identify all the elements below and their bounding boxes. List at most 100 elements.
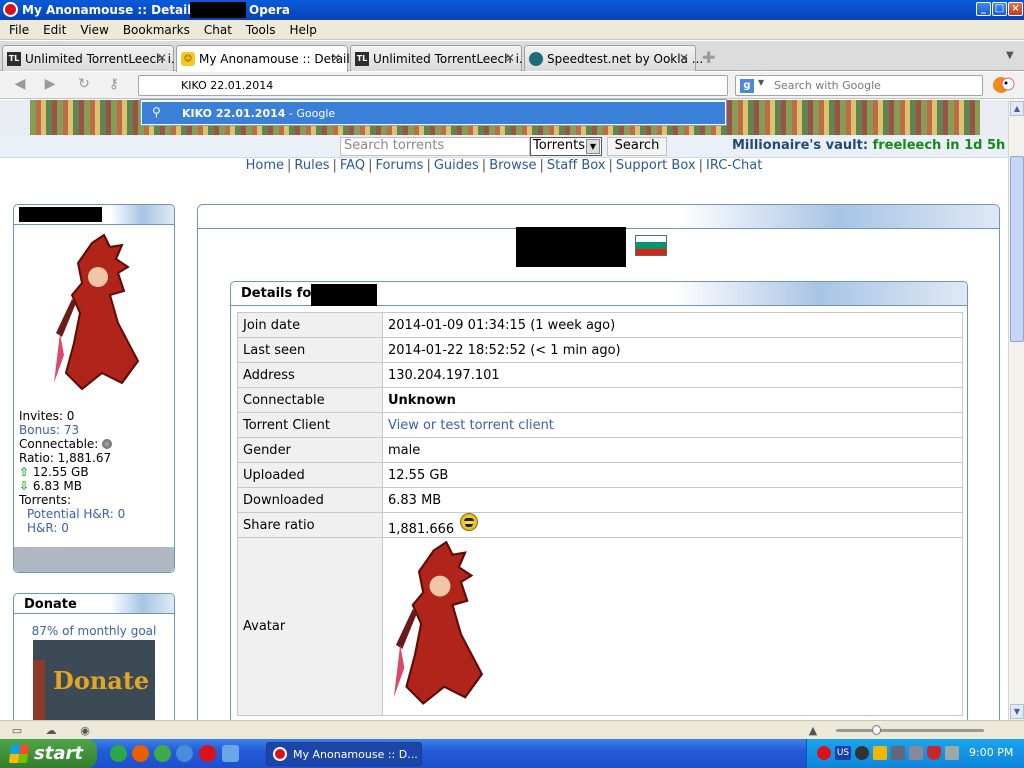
row-label: Join date (237, 312, 383, 338)
nav-guides[interactable]: Guides (434, 158, 479, 173)
chrome-icon[interactable] (176, 745, 193, 762)
row-label: Gender (237, 437, 383, 463)
taskbar-opera-window[interactable]: My Anonamouse :: D... (266, 742, 422, 766)
table-row: Gender male (237, 437, 963, 463)
nav-support-box[interactable]: Support Box (616, 158, 696, 173)
zoom-slider-thumb[interactable] (872, 725, 881, 735)
potential-hnr-link[interactable]: Potential H&R: 0 (19, 507, 125, 521)
close-tab-icon[interactable]: ✕ (157, 51, 167, 65)
box-header (14, 205, 174, 225)
skype-icon[interactable] (110, 745, 127, 762)
page-scrollbar[interactable]: ▲ ▼ (1008, 100, 1024, 720)
vault-status[interactable]: freeleech in 1d 5h 7m (873, 138, 1008, 153)
redacted-username (311, 284, 377, 306)
utorrent-icon[interactable] (154, 745, 171, 762)
nav-browse[interactable]: Browse (489, 158, 536, 173)
minimize-button[interactable]: _ (976, 2, 991, 16)
address-field[interactable]: KIKO 22.01.2014 (138, 75, 728, 96)
close-tab-icon[interactable]: ✕ (679, 51, 689, 65)
donate-box: Donate 87% of monthly goal Donate (13, 593, 175, 720)
zoom-up-arrow-icon[interactable]: ▲ (806, 724, 820, 737)
avatar[interactable] (52, 233, 144, 399)
menu-edit[interactable]: Edit (36, 20, 73, 37)
opera-unite-icon[interactable] (991, 74, 1017, 96)
tab-menu-chevron-icon[interactable]: ▼ (1006, 50, 1014, 61)
scroll-up-arrow-icon[interactable]: ▲ (1010, 101, 1024, 116)
torrent-client-link[interactable]: View or test torrent client (388, 418, 554, 433)
menu-bookmarks[interactable]: Bookmarks (116, 20, 197, 37)
table-row: Avatar (237, 537, 963, 716)
tab-anonamouse[interactable]: ☺ My Anonamouse :: Detail... ✕ (176, 45, 361, 72)
forward-arrow-icon[interactable]: ▶ (40, 76, 60, 94)
nav-staff-box[interactable]: Staff Box (547, 158, 606, 173)
tab-speedtest[interactable]: Speedtest.net by Ookla ... ✕ (524, 45, 703, 71)
package-tray-icon[interactable] (873, 746, 887, 760)
app-icon[interactable] (222, 745, 239, 762)
anonamouse-icon: ☺ (181, 52, 195, 66)
menu-view[interactable]: View (73, 20, 115, 37)
download-arrow-icon: ⇩ (19, 479, 30, 493)
shield-tray-icon[interactable] (927, 746, 941, 760)
scrollbar-thumb[interactable] (1010, 156, 1024, 342)
tab-torrentleech-2[interactable]: TL Unlimited TorrentLeech i... ✕ (350, 45, 530, 71)
bonus-link[interactable]: Bonus: 73 (19, 423, 125, 437)
panel-toggle-icon[interactable]: ▭ (10, 724, 24, 737)
category-select[interactable]: Torrents ▼ (530, 137, 602, 156)
opera-tray-icon[interactable] (817, 746, 831, 760)
donate-banner-image[interactable]: Donate (33, 640, 155, 720)
back-arrow-icon[interactable]: ◀ (10, 76, 30, 94)
new-tab-icon[interactable]: ✚ (702, 48, 715, 67)
donation-goal-link[interactable]: 87% of monthly goal (14, 624, 174, 638)
search-torrents-input[interactable]: Search torrents (340, 137, 530, 156)
chevron-down-icon[interactable]: ▼ (586, 139, 600, 154)
close-button[interactable]: × (1008, 2, 1023, 16)
menu-help[interactable]: Help (282, 20, 323, 37)
key-icon[interactable]: ⚷ (104, 76, 124, 94)
firefox-icon[interactable] (132, 745, 149, 762)
upload-arrow-icon: ⇧ (19, 465, 30, 479)
row-value: male (382, 437, 963, 463)
menu-tools[interactable]: Tools (239, 20, 283, 37)
start-button[interactable]: start (0, 739, 97, 768)
volume-tray-icon[interactable] (945, 746, 959, 760)
row-label: Torrent Client (237, 412, 383, 438)
google-icon[interactable]: g (740, 79, 754, 93)
menu-file[interactable]: File (0, 20, 36, 37)
autocomplete-suggestion[interactable]: ⚲ KIKO 22.01.2014 - Google (142, 102, 725, 124)
torrentleech-icon: TL (355, 52, 369, 66)
display-tray-icon[interactable] (909, 746, 923, 760)
user-stats: Invites: 0 Bonus: 73 Connectable: Ratio:… (19, 409, 125, 535)
language-indicator[interactable]: US (835, 746, 851, 760)
search-box[interactable]: g ▼ Search with Google (735, 75, 983, 96)
nav-forums[interactable]: Forums (375, 158, 423, 173)
menu-chat[interactable]: Chat (197, 20, 239, 37)
close-tab-icon[interactable]: ✕ (331, 51, 341, 65)
zoom-slider[interactable] (836, 729, 984, 732)
turbo-icon[interactable]: ◉ (78, 724, 92, 737)
table-row: Torrent Client View or test torrent clien… (237, 412, 963, 438)
details-title: Details for (241, 286, 318, 301)
nav-irc-chat[interactable]: IRC-Chat (706, 158, 762, 173)
site-search-bar: Search torrents Torrents ▼ Search Millio… (0, 137, 1008, 158)
maximize-button[interactable]: □ (992, 2, 1007, 16)
reload-icon[interactable]: ↻ (74, 76, 94, 94)
nav-rules[interactable]: Rules (294, 158, 329, 173)
millionaires-vault[interactable]: Millionaire's vault: freeleech in 1d 5h … (732, 138, 1008, 153)
close-tab-icon[interactable]: ✕ (505, 51, 515, 65)
opera-unite-cloud-icon[interactable]: ☁ (44, 724, 58, 737)
scroll-down-arrow-icon[interactable]: ▼ (1010, 704, 1024, 719)
chevron-down-icon[interactable]: ▼ (758, 78, 764, 87)
category-value: Torrents (533, 138, 585, 153)
check-tray-icon[interactable] (855, 746, 869, 760)
nav-home[interactable]: Home (246, 158, 284, 173)
opera-icon[interactable] (199, 745, 216, 762)
network-tray-icon[interactable] (891, 746, 905, 760)
speedtest-icon (529, 52, 543, 66)
box-footer (14, 547, 174, 572)
avatar[interactable] (388, 540, 492, 714)
tab-torrentleech-1[interactable]: TL Unlimited TorrentLeech i... ✕ (2, 45, 182, 71)
donate-banner-text: Donate (53, 666, 150, 695)
nav-faq[interactable]: FAQ (340, 158, 365, 173)
search-button[interactable]: Search (607, 137, 667, 156)
hnr-link[interactable]: H&R: 0 (19, 521, 125, 535)
